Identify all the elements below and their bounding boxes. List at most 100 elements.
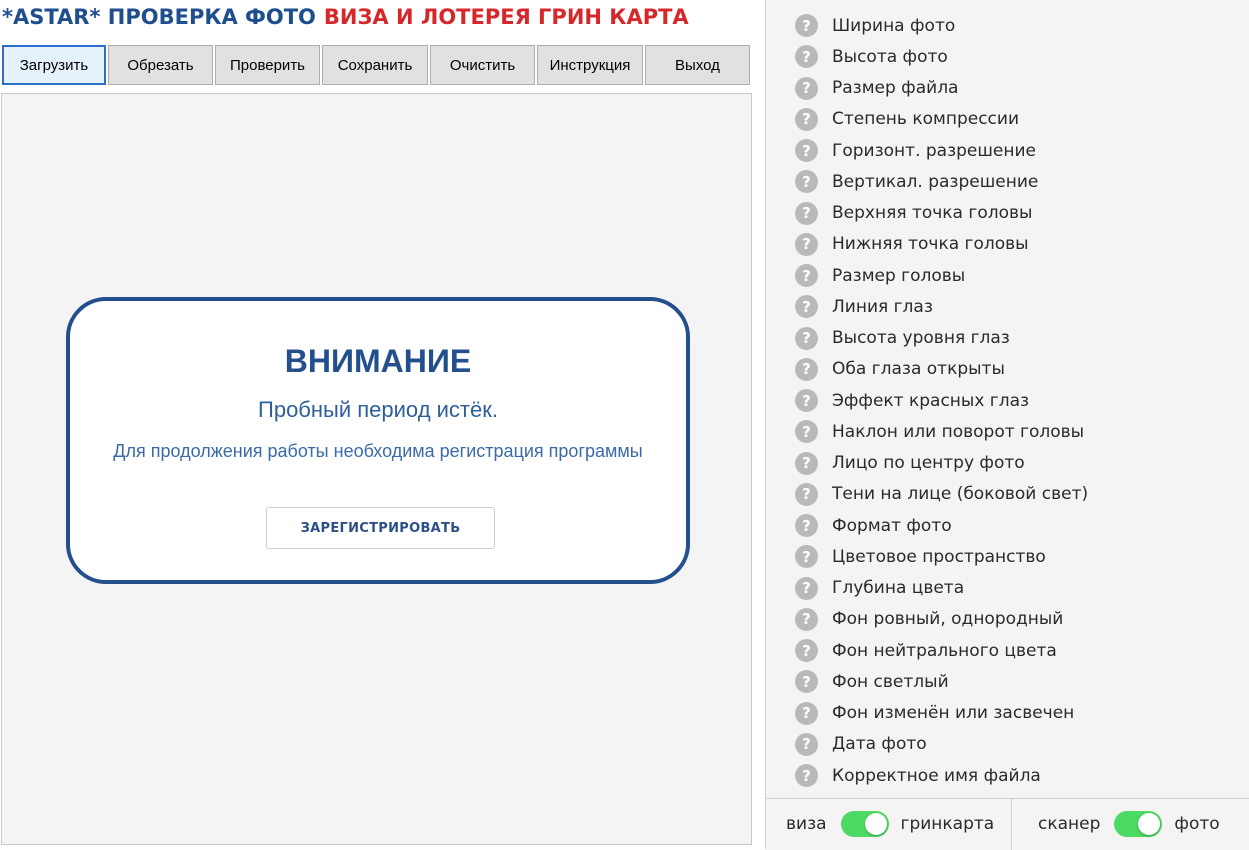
- question-circle-icon: ?: [795, 545, 818, 569]
- question-circle-icon: ?: [795, 45, 818, 69]
- checklist-item-label: Цветовое пространство: [832, 546, 1046, 567]
- checklist-item-label: Фон нейтрального цвета: [832, 640, 1057, 661]
- checklist-item: ? Лицо по центру фото: [766, 448, 1088, 479]
- crop-button[interactable]: Обрезать: [108, 45, 213, 85]
- checklist-item-label: Эффект красных глаз: [832, 390, 1030, 411]
- checklist-item: ? Высота фото: [766, 41, 1088, 72]
- question-circle-icon: ?: [795, 107, 818, 131]
- checklist-item: ? Верхняя точка головы: [766, 198, 1088, 229]
- question-circle-icon: ?: [795, 139, 818, 163]
- question-circle-icon: ?: [795, 701, 818, 725]
- checklist-item-label: Глубина цвета: [832, 578, 965, 599]
- mode-toggle-left-label: виза: [786, 814, 827, 834]
- question-circle-icon: ?: [795, 732, 818, 756]
- checklist-item-label: Размер файла: [832, 78, 959, 99]
- checklist-item: ? Нижняя точка головы: [766, 229, 1088, 260]
- question-circle-icon: ?: [795, 420, 818, 444]
- question-circle-icon: ?: [795, 482, 818, 506]
- checklist-item-label: Наклон или поворот головы: [832, 421, 1085, 442]
- checklist-item: ? Эффект красных глаз: [766, 385, 1088, 416]
- checklist-item: ? Наклон или поворот головы: [766, 416, 1088, 447]
- checklist-item-label: Ширина фото: [832, 15, 956, 36]
- checklist-item: ? Горизонт. разрешение: [766, 135, 1088, 166]
- toggle-bar: виза гринкарта сканер фото: [766, 798, 1249, 850]
- checklist-item-label: Дата фото: [832, 734, 927, 755]
- question-circle-icon: ?: [795, 451, 818, 475]
- checklist-item-label: Верхняя точка головы: [832, 203, 1033, 224]
- dialog-title: ВНИМАНИЕ: [284, 343, 472, 379]
- question-circle-icon: ?: [795, 14, 818, 38]
- checklist-item: ? Линия глаз: [766, 291, 1088, 322]
- question-circle-icon: ?: [795, 232, 818, 256]
- checklist-item: ? Фон светлый: [766, 666, 1088, 697]
- checklist-item: ? Корректное имя файла: [766, 760, 1088, 791]
- source-toggle-group: сканер фото: [1038, 811, 1220, 837]
- checklist-item: ? Дата фото: [766, 729, 1088, 760]
- checklist-item-label: Фон изменён или засвечен: [832, 703, 1075, 724]
- checklist-item: ? Оба глаза открыты: [766, 354, 1088, 385]
- checklist-item: ? Размер головы: [766, 260, 1088, 291]
- dialog-message: Для продолжения работы необходима регист…: [113, 441, 643, 461]
- instructions-button[interactable]: Инструкция: [537, 45, 643, 85]
- checklist-item-label: Тени на лице (боковой свет): [832, 484, 1089, 505]
- checklist-item: ? Фон ровный, однородный: [766, 604, 1088, 635]
- question-circle-icon: ?: [795, 201, 818, 225]
- checklist-item: ? Фон изменён или засвечен: [766, 698, 1088, 729]
- checklist-item-label: Степень компрессии: [832, 109, 1019, 130]
- checklist-item: ? Степень компрессии: [766, 104, 1088, 135]
- question-circle-icon: ?: [795, 326, 818, 350]
- source-toggle-right-label: фото: [1174, 814, 1220, 834]
- question-circle-icon: ?: [795, 670, 818, 694]
- clear-button[interactable]: Очистить: [430, 45, 535, 85]
- checklist-item: ? Фон нейтрального цвета: [766, 635, 1088, 666]
- source-toggle[interactable]: [1114, 811, 1163, 837]
- mode-toggle-group: виза гринкарта: [786, 811, 994, 837]
- question-circle-icon: ?: [795, 389, 818, 413]
- app-title-accent: ВИЗА И ЛОТЕРЕЯ ГРИН КАРТА: [323, 5, 689, 29]
- checklist-item-label: Оба глаза открыты: [832, 359, 1005, 380]
- question-circle-icon: ?: [795, 76, 818, 100]
- checklist-item-label: Корректное имя файла: [832, 765, 1041, 786]
- checklist-panel: ? Ширина фото? Высота фото? Размер файла? Ст…: [765, 0, 1249, 850]
- checklist-item: ? Вертикал. разрешение: [766, 166, 1088, 197]
- checklist-item-label: Лицо по центру фото: [832, 453, 1025, 474]
- checklist-item: ? Высота уровня глаз: [766, 323, 1088, 354]
- checklist-item-label: Линия глаз: [832, 296, 933, 317]
- dialog-subtitle: Пробный период истёк.: [258, 397, 498, 422]
- question-circle-icon: ?: [795, 607, 818, 631]
- register-button[interactable]: ЗАРЕГИСТРИРОВАТЬ: [266, 507, 495, 549]
- toggle-knob: [864, 813, 887, 835]
- question-circle-icon: ?: [795, 764, 818, 788]
- checklist-item-label: Фон светлый: [832, 671, 949, 692]
- checklist-item-label: Вертикал. разрешение: [832, 171, 1039, 192]
- trial-expired-dialog: ВНИМАНИЕ Пробный период истёк. Для продо…: [66, 297, 690, 584]
- checklist-item: ? Размер файла: [766, 73, 1088, 104]
- question-circle-icon: ?: [795, 639, 818, 663]
- question-circle-icon: ?: [795, 264, 818, 288]
- exit-button[interactable]: Выход: [645, 45, 750, 85]
- toolbar: Загрузить Обрезать Проверить Сохранить О…: [2, 45, 750, 85]
- app-title: *ASTAR* ПРОВЕРКА ФОТО ВИЗА И ЛОТЕРЕЯ ГРИН…: [2, 5, 689, 29]
- toggle-divider: [1011, 799, 1012, 850]
- save-button[interactable]: Сохранить: [322, 45, 428, 85]
- checklist-item-label: Формат фото: [832, 515, 952, 536]
- checklist-item-label: Горизонт. разрешение: [832, 140, 1037, 161]
- load-button[interactable]: Загрузить: [2, 45, 106, 85]
- checklist-item: ? Глубина цвета: [766, 573, 1088, 604]
- question-circle-icon: ?: [795, 170, 818, 194]
- check-button[interactable]: Проверить: [215, 45, 320, 85]
- checklist-item: ? Цветовое пространство: [766, 541, 1088, 572]
- checklist-item-label: Фон ровный, однородный: [832, 609, 1064, 630]
- checklist-item-label: Высота фото: [832, 46, 948, 67]
- checklist-item: ? Тени на лице (боковой свет): [766, 479, 1088, 510]
- mode-toggle[interactable]: [840, 811, 889, 837]
- checklist-item-label: Нижняя точка головы: [832, 234, 1029, 255]
- checklist-item: ? Формат фото: [766, 510, 1088, 541]
- checklist-item: ? Ширина фото: [766, 10, 1088, 41]
- checklist: ? Ширина фото? Высота фото? Размер файла? Ст…: [766, 10, 1088, 791]
- toggle-knob: [1138, 813, 1161, 835]
- question-circle-icon: ?: [795, 357, 818, 381]
- question-circle-icon: ?: [795, 514, 818, 538]
- mode-toggle-right-label: гринкарта: [900, 814, 995, 834]
- checklist-item-label: Размер головы: [832, 265, 966, 286]
